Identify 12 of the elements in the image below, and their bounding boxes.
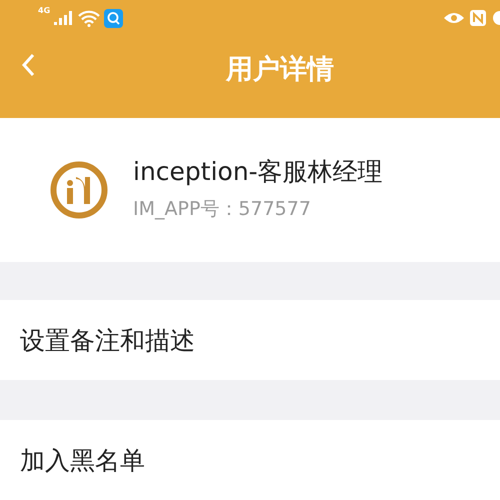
search-app-icon xyxy=(104,8,124,28)
menu-item[interactable]: 设置备注和描述 xyxy=(0,300,500,380)
page-title: 用户详情 xyxy=(226,53,334,87)
signal-icon xyxy=(54,11,74,25)
user-name: inception-客服林经理 xyxy=(133,156,383,188)
wifi-icon xyxy=(78,10,100,26)
account-id: IM_APP号：577577 xyxy=(133,196,312,222)
eye-icon xyxy=(444,12,464,24)
nfc-icon xyxy=(470,10,486,26)
network-label: 4G xyxy=(38,6,50,15)
logo-icon xyxy=(50,161,108,219)
menu-item[interactable]: 加入黑名单 xyxy=(0,420,500,500)
